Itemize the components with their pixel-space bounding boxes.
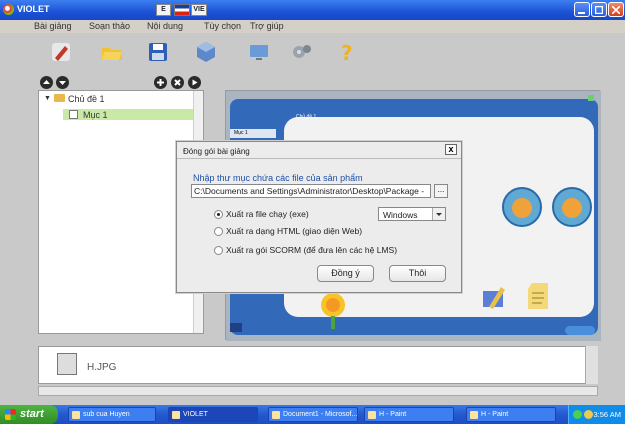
arrow-up-icon xyxy=(43,80,50,84)
ok-button[interactable]: Đồng ý xyxy=(317,265,374,282)
file-panel-horizontal-scrollbar[interactable] xyxy=(38,386,598,396)
maximize-icon xyxy=(595,6,603,14)
maximize-button[interactable] xyxy=(591,2,607,17)
expand-arrow-icon[interactable]: ▼ xyxy=(44,95,51,102)
slide-status-indicator xyxy=(588,95,594,101)
system-tray: 3:56 AM xyxy=(568,405,625,424)
platform-select[interactable]: Windows xyxy=(378,207,446,221)
close-icon xyxy=(612,6,620,14)
menu-tro-giup[interactable]: Trợ giúp xyxy=(250,21,284,31)
dialog-title: Đóng gói bài giảng xyxy=(183,147,250,156)
chevron-down-icon[interactable] xyxy=(432,208,445,220)
help-question-icon[interactable]: ? xyxy=(334,40,358,64)
folder-prompt-label: Nhập thư mục chứa các file của sản phẩm xyxy=(193,173,363,183)
plus-icon xyxy=(157,79,164,86)
slide-tab-muc[interactable]: Mục 1 xyxy=(230,129,276,138)
tiger-character-image xyxy=(552,187,592,227)
slide-nav-button[interactable] xyxy=(565,326,595,335)
task-item[interactable]: VIOLET xyxy=(168,407,258,422)
title-bar: VIOLET E VIE xyxy=(0,0,625,20)
network-icon[interactable] xyxy=(573,410,582,419)
delete-item-button[interactable] xyxy=(171,76,184,89)
menu-bai-giang[interactable]: Bài giảng xyxy=(34,21,72,31)
image-file-icon[interactable] xyxy=(57,353,77,375)
move-down-button[interactable] xyxy=(56,76,69,89)
tiger-character-image xyxy=(502,187,542,227)
resource-file-panel: H.JPG xyxy=(38,346,598,384)
file-panel-vertical-scrollbar[interactable] xyxy=(585,346,598,384)
sunflower-image xyxy=(321,293,345,329)
tree-node-chu-de[interactable]: Chủ đề 1 xyxy=(68,94,105,104)
clock: 3:56 AM xyxy=(593,410,621,419)
next-item-button[interactable] xyxy=(188,76,201,89)
vietnam-flag-icon[interactable] xyxy=(174,4,190,16)
menu-noi-dung[interactable]: Nội dung xyxy=(147,21,183,31)
pencil-icon[interactable] xyxy=(49,40,73,64)
output-folder-field[interactable]: C:\Documents and Settings\Administrator\… xyxy=(191,184,431,198)
add-item-button[interactable] xyxy=(154,76,167,89)
task-item[interactable]: H - Paint xyxy=(364,407,454,422)
task-item[interactable]: sub cua Huyen xyxy=(68,407,156,422)
svg-text:?: ? xyxy=(341,41,353,64)
x-icon xyxy=(174,79,181,86)
radio-export-exe[interactable] xyxy=(214,210,223,219)
browse-button[interactable]: ... xyxy=(434,184,448,198)
close-window-button[interactable] xyxy=(608,2,624,17)
violet-app-icon xyxy=(3,4,14,15)
task-item[interactable]: H - Paint xyxy=(466,407,556,422)
volume-icon[interactable] xyxy=(584,410,593,419)
dialog-close-button[interactable]: x xyxy=(445,144,457,155)
slide-title: Chủ đề 1 xyxy=(296,114,317,120)
tools-gears-icon[interactable] xyxy=(290,40,314,64)
save-disk-icon[interactable] xyxy=(146,40,170,64)
document-scroll-icon xyxy=(528,283,548,309)
radio-export-scorm[interactable] xyxy=(214,246,223,255)
task-item[interactable]: Document1 - Microsof... xyxy=(268,407,358,422)
folder-icon xyxy=(54,94,65,102)
open-folder-icon[interactable] xyxy=(100,40,124,64)
package-lesson-dialog: Đóng gói bài giảng x Nhập thư mục chứa c… xyxy=(176,141,462,293)
page-icon xyxy=(69,110,78,119)
file-name[interactable]: H.JPG xyxy=(87,362,116,373)
slide-corner-badge xyxy=(230,323,242,332)
taskbar: start sub cua Huyen VIOLET Document1 - M… xyxy=(0,405,625,424)
radio-export-html[interactable] xyxy=(214,227,223,236)
play-icon xyxy=(192,79,198,86)
language-toggle-button[interactable]: E xyxy=(156,4,171,16)
pencil-book-icon xyxy=(483,287,505,309)
export-scorm-label[interactable]: Xuất ra gói SCORM (để đưa lên các hệ LMS… xyxy=(226,245,397,255)
window-title: VIOLET xyxy=(17,4,50,14)
export-html-label[interactable]: Xuất ra dạng HTML (giao diện Web) xyxy=(226,226,362,236)
menu-soan-thao[interactable]: Soạn thảo xyxy=(89,21,130,31)
export-exe-label[interactable]: Xuất ra file chạy (exe) xyxy=(226,209,309,219)
cancel-button[interactable]: Thôi xyxy=(389,265,446,282)
minimize-icon xyxy=(578,12,585,14)
menu-bar: Bài giảng Soạn thảo Nội dung Tùy chọn Tr… xyxy=(0,20,625,33)
language-code-button[interactable]: VIE xyxy=(191,4,207,16)
screen-monitor-icon[interactable] xyxy=(247,40,271,64)
minimize-button[interactable] xyxy=(574,2,590,17)
arrow-down-icon xyxy=(59,81,66,85)
move-up-button[interactable] xyxy=(40,76,53,89)
dialog-divider xyxy=(177,158,461,159)
start-button[interactable]: start xyxy=(0,405,58,424)
menu-tuy-chon[interactable]: Tùy chọn xyxy=(204,21,241,31)
tree-node-muc[interactable]: Mục 1 xyxy=(83,110,108,120)
package-cube-icon[interactable] xyxy=(194,40,218,64)
platform-select-value: Windows xyxy=(383,210,418,220)
